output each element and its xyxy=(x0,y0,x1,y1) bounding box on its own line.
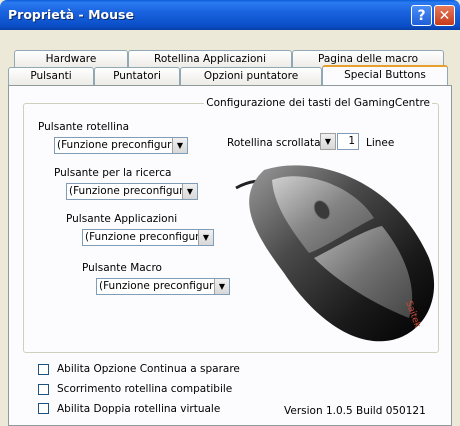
label-pulsante-macro: Pulsante Macro xyxy=(82,262,162,274)
close-button[interactable]: ✕ xyxy=(434,5,455,26)
label-doppia-rotellina: Abilita Doppia rotellina virtuale xyxy=(57,403,221,415)
tab-special-buttons[interactable]: Special Buttons xyxy=(322,65,448,85)
tab-rotellina-applicazioni[interactable]: Rotellina Applicazioni xyxy=(128,50,292,68)
label-linee: Linee xyxy=(366,137,395,149)
checkbox-doppia-rotellina[interactable] xyxy=(38,403,49,414)
tab-hardware[interactable]: Hardware xyxy=(14,50,128,68)
combo-value: (Funzione preconfigur xyxy=(57,139,172,151)
chevron-down-icon[interactable]: ▼ xyxy=(172,138,187,153)
chevron-down-icon[interactable]: ▼ xyxy=(182,184,197,199)
version-text: Version 1.0.5 Build 050121 xyxy=(284,405,426,417)
label-continua-sparare: Abilita Opzione Continua a sparare xyxy=(57,363,240,375)
chevron-down-icon: ▼ xyxy=(324,137,332,146)
mouse-properties-window: Proprietà - Mouse ? ✕ Hardware Rotellina… xyxy=(0,0,460,426)
combo-pulsante-applicazioni[interactable]: (Funzione preconfigur ▼ xyxy=(82,229,214,246)
combo-value: (Funzione preconfigur xyxy=(85,231,200,243)
label-scorrimento-compatibile: Scorrimento rotellina compatibile xyxy=(57,383,233,395)
combo-pulsante-ricerca[interactable]: (Funzione preconfigur ▼ xyxy=(66,183,198,200)
checkbox-scorrimento-compatibile[interactable] xyxy=(38,384,49,395)
tab-pulsanti[interactable]: Pulsanti xyxy=(8,67,94,85)
tab-row-front: Pulsanti Puntatori Opzioni puntatore Spe… xyxy=(8,65,452,85)
label-rotellina-scrollata: Rotellina scrollata xyxy=(227,137,321,149)
tab-opzioni-puntatore[interactable]: Opzioni puntatore xyxy=(180,67,322,85)
label-pulsante-rotellina: Pulsante rotellina xyxy=(38,121,130,133)
help-button[interactable]: ? xyxy=(411,5,432,26)
combo-value: (Funzione preconfigur xyxy=(99,280,214,292)
label-pulsante-applicazioni: Pulsante Applicazioni xyxy=(66,213,178,225)
group-label: Configurazione dei tasti del GamingCentr… xyxy=(204,97,432,109)
tab-puntatori[interactable]: Puntatori xyxy=(94,67,180,85)
checkbox-continua-sparare[interactable] xyxy=(38,364,49,375)
title-bar[interactable]: Proprietà - Mouse ? ✕ xyxy=(0,0,460,30)
window-title: Proprietà - Mouse xyxy=(8,7,134,22)
chevron-down-icon[interactable]: ▼ xyxy=(198,230,213,245)
scroll-dropdown-button[interactable]: ▼ xyxy=(320,133,336,150)
label-pulsante-ricerca: Pulsante per la ricerca xyxy=(54,167,172,179)
combo-pulsante-macro[interactable]: (Funzione preconfigur ▼ xyxy=(96,278,230,295)
scroll-lines-input[interactable]: 1 xyxy=(337,133,359,150)
mouse-illustration: Saitek xyxy=(235,165,435,342)
combo-value: (Funzione preconfigur xyxy=(69,185,184,197)
combo-pulsante-rotellina[interactable]: (Funzione preconfigur ▼ xyxy=(54,137,188,154)
